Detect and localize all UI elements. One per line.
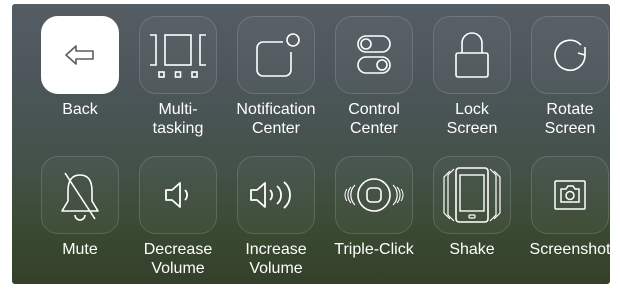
- control-center-tile[interactable]: [335, 16, 413, 94]
- lock-screen-label: Lock Screen: [446, 101, 498, 137]
- multitasking-tile[interactable]: [139, 16, 217, 94]
- increase-volume-tile[interactable]: [237, 156, 315, 234]
- rotate-screen-label: Rotate Screen: [544, 101, 596, 137]
- lock-screen-tile[interactable]: [433, 16, 511, 94]
- screenshot-tile[interactable]: [531, 156, 609, 234]
- decrease-volume-tile[interactable]: [139, 156, 217, 234]
- home-button-icon: [344, 178, 404, 212]
- rotate-screen-tile[interactable]: [531, 16, 609, 94]
- assistive-touch-panel: Back Multi- tasking Notification Center …: [12, 4, 610, 284]
- decrease-volume-label: Decrease Volume: [143, 241, 213, 277]
- notification-center-label: Notification Center: [236, 101, 316, 137]
- back-arrow-icon: [65, 45, 94, 65]
- mute-label: Mute: [62, 241, 98, 258]
- increase-volume-label: Increase Volume: [245, 241, 307, 277]
- volume-down-icon: [165, 182, 188, 208]
- padlock-icon: [455, 32, 489, 78]
- control-center-label: Control Center: [348, 101, 400, 137]
- shake-device-icon: [443, 167, 501, 223]
- triple-click-label: Triple-Click: [334, 241, 414, 258]
- multitasking-icon: [150, 34, 206, 78]
- triple-click-tile[interactable]: [335, 156, 413, 234]
- volume-up-icon: [250, 181, 291, 209]
- control-center-icon: [357, 35, 391, 74]
- shake-tile[interactable]: [433, 156, 511, 234]
- camera-icon: [554, 180, 586, 210]
- back-label: Back: [62, 101, 98, 118]
- notification-center-tile[interactable]: [237, 16, 315, 94]
- shake-label: Shake: [449, 241, 495, 258]
- bell-muted-icon: [61, 172, 99, 221]
- multitasking-label: Multi- tasking: [152, 101, 204, 137]
- back-tile[interactable]: [41, 16, 119, 94]
- rotate-icon: [554, 39, 586, 71]
- screenshot-label: Screenshot: [529, 241, 610, 258]
- notification-center-icon: [256, 33, 300, 77]
- mute-tile[interactable]: [41, 156, 119, 234]
